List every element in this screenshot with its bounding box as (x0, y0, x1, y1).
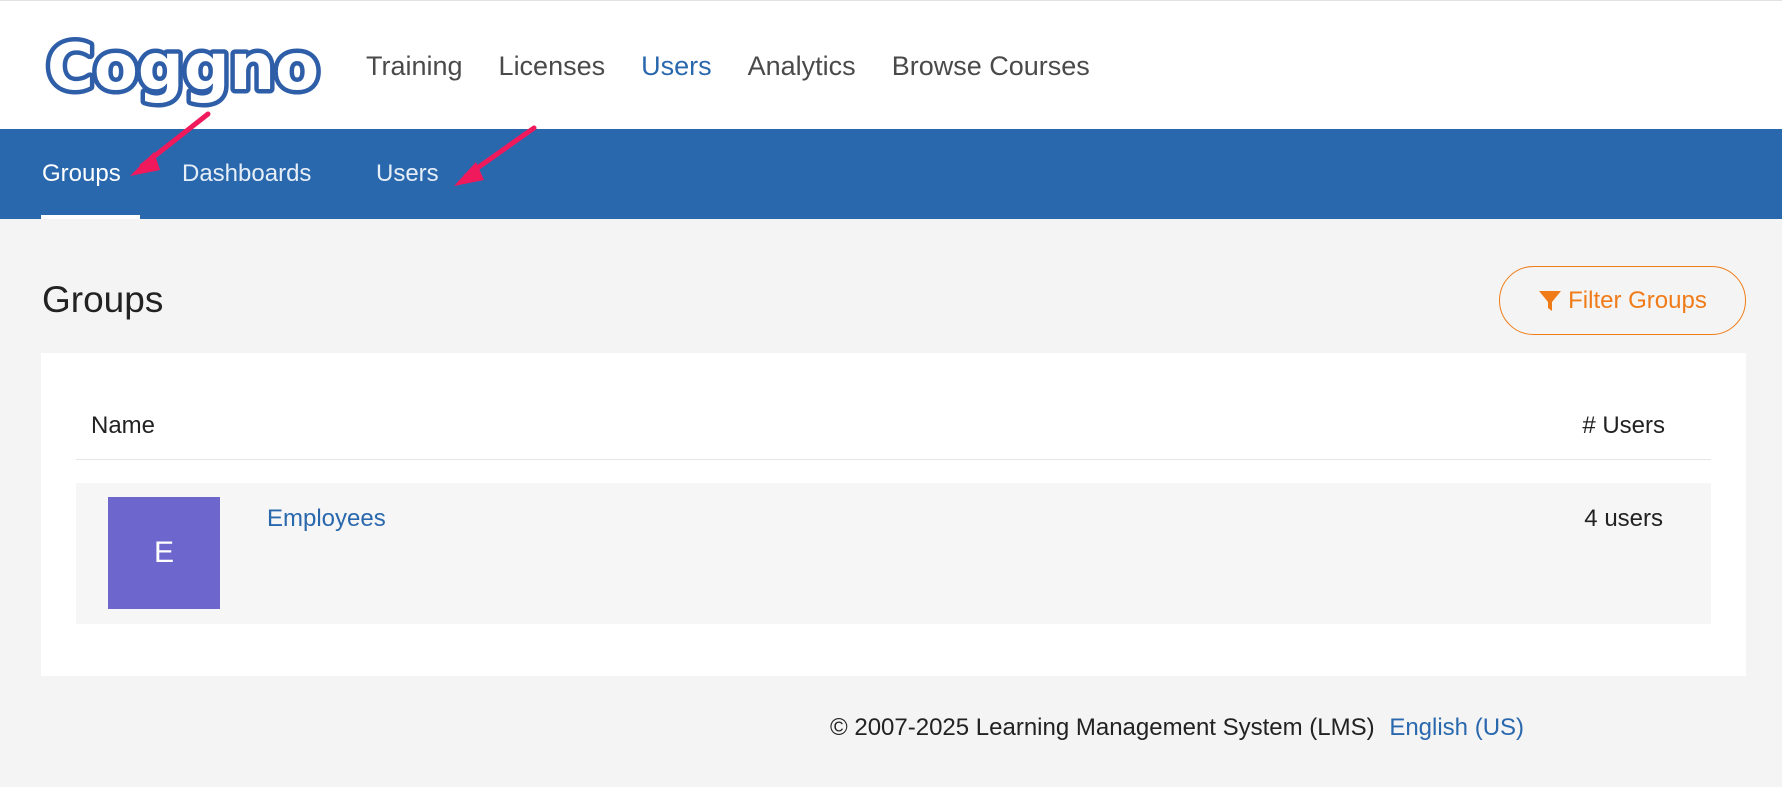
filter-groups-label: Filter Groups (1568, 286, 1707, 314)
top-nav-analytics[interactable]: Analytics (748, 49, 856, 83)
page-title: Groups (42, 279, 164, 320)
language-selector[interactable]: English (US) (1389, 714, 1524, 741)
sub-nav: Groups Dashboards Users (0, 129, 1782, 219)
column-header-users: # Users (1582, 412, 1665, 439)
top-nav-users[interactable]: Users (641, 49, 712, 83)
group-avatar-letter: E (153, 536, 174, 569)
sub-nav-groups[interactable]: Groups (42, 157, 121, 191)
footer-copyright: © 2007-2025 Learning Management System (… (830, 714, 1375, 741)
top-nav: Training Licenses Users Analytics Browse… (366, 49, 1126, 83)
column-header-name: Name (91, 412, 156, 439)
group-avatar[interactable]: E (108, 497, 220, 609)
active-tab-indicator (41, 215, 140, 219)
logo-text: Coggno (47, 31, 319, 105)
top-nav-training[interactable]: Training (366, 49, 463, 83)
footer: © 2007-2025 Learning Management System (… (830, 714, 1524, 742)
group-name-link[interactable]: Employees (267, 505, 386, 533)
sub-nav-dashboards[interactable]: Dashboards (182, 157, 311, 191)
coggno-logo[interactable]: Coggno (40, 23, 326, 110)
top-nav-licenses[interactable]: Licenses (499, 49, 606, 83)
sub-nav-users[interactable]: Users (376, 157, 439, 191)
filter-groups-button[interactable]: Filter Groups (1499, 266, 1746, 335)
top-header: Coggno Training Licenses Users Analytics… (0, 0, 1782, 129)
group-user-count: 4 users (1584, 505, 1663, 532)
table-header: Name # Users (76, 408, 1711, 460)
filter-icon (1539, 290, 1562, 311)
table-row[interactable]: E Employees 4 users (76, 483, 1711, 624)
groups-table-card: Name # Users E Employees 4 users (41, 353, 1746, 676)
top-nav-browse-courses[interactable]: Browse Courses (892, 49, 1090, 83)
